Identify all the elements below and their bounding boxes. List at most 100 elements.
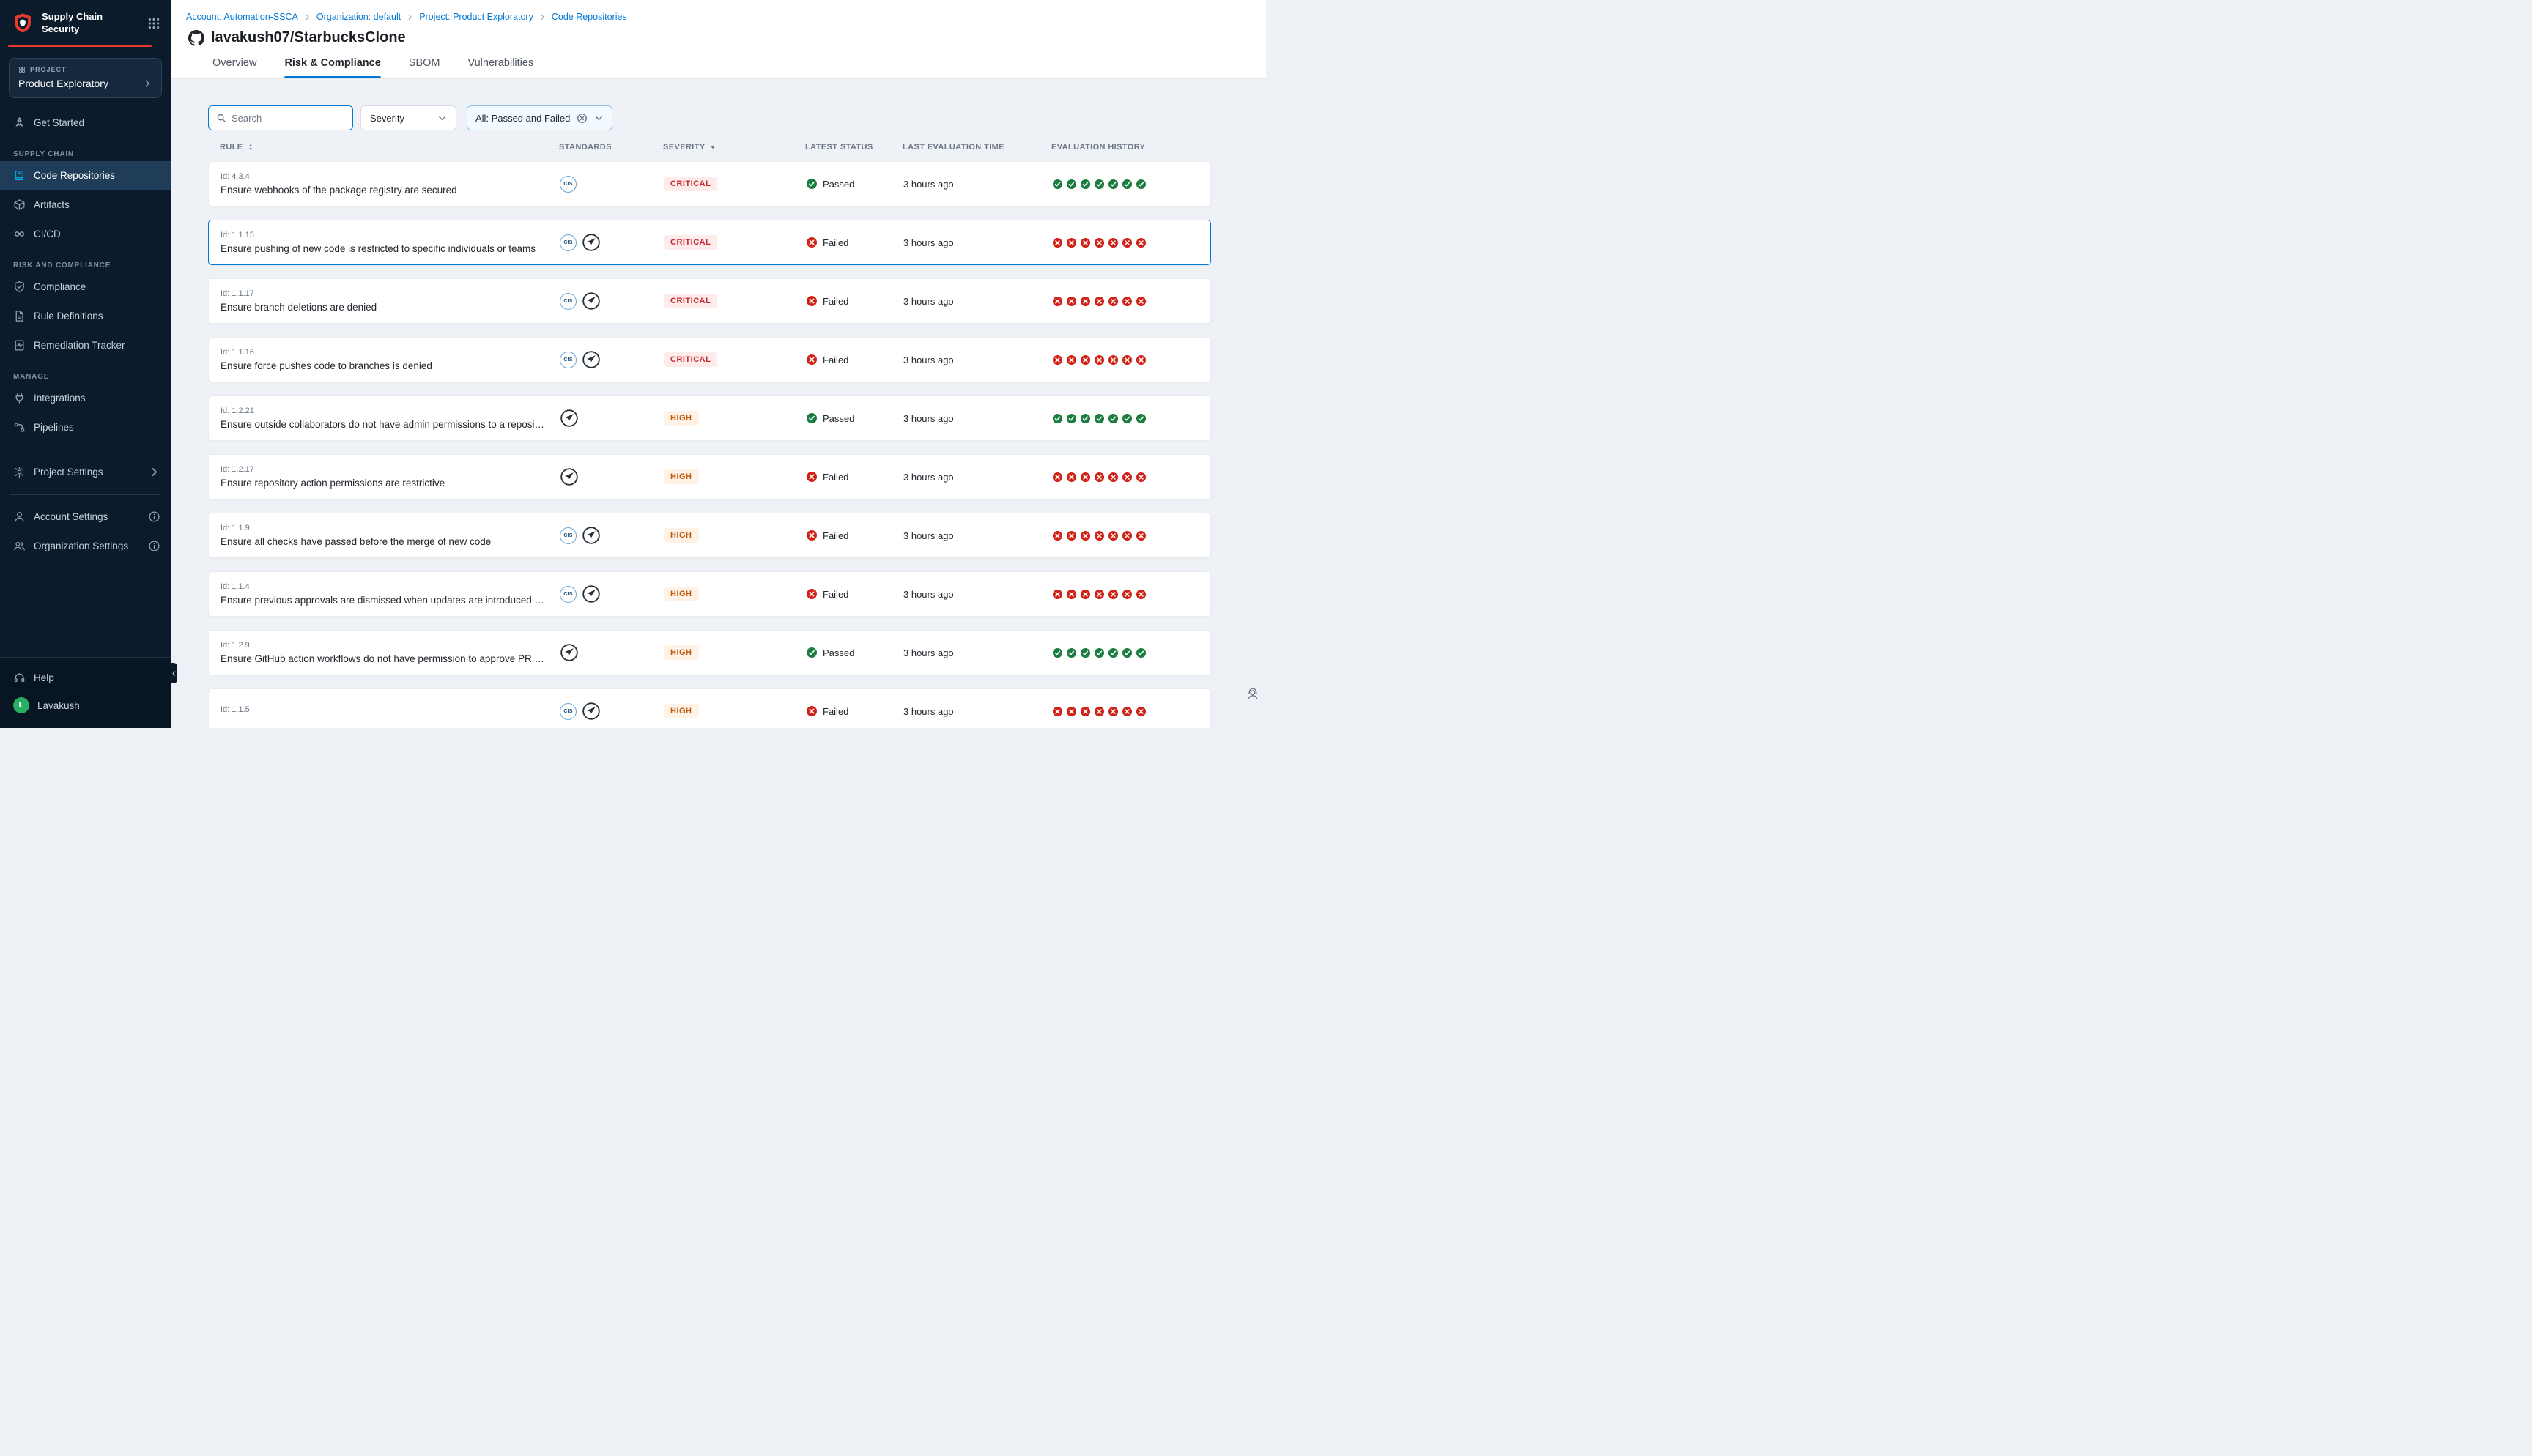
x-circle-icon xyxy=(806,471,818,483)
breadcrumb-link-account-automation-ssca[interactable]: Account: Automation-SSCA xyxy=(186,12,298,22)
project-selector[interactable]: PROJECT Product Exploratory xyxy=(9,58,162,98)
paper-plane-standard-icon xyxy=(582,584,601,603)
user-menu[interactable]: L Lavakush xyxy=(0,691,171,719)
table-row[interactable]: Id: 4.3.4Ensure webhooks of the package … xyxy=(208,161,1211,207)
x-circle-icon xyxy=(1052,706,1063,717)
tab-vulnerabilities[interactable]: Vulnerabilities xyxy=(467,57,533,78)
x-circle-icon xyxy=(1108,706,1119,717)
status-label: Failed xyxy=(823,354,848,365)
tab-risk-compliance[interactable]: Risk & Compliance xyxy=(284,57,380,78)
evaluation-history xyxy=(1052,589,1199,600)
x-circle-icon xyxy=(1080,706,1091,717)
severity-filter-label: Severity xyxy=(370,113,404,124)
sidebar-item-account-settings[interactable]: Account Settings xyxy=(0,502,171,532)
column-header-rule[interactable]: RULE xyxy=(220,143,559,152)
sort-icon xyxy=(246,143,255,152)
x-circle-icon xyxy=(1108,296,1119,307)
sidebar-item-remediation-tracker[interactable]: Remediation Tracker xyxy=(0,331,171,360)
support-chat-icon[interactable] xyxy=(1245,686,1261,702)
rule-id: Id: 1.2.9 xyxy=(221,641,560,650)
clipboard-pulse-icon xyxy=(13,339,26,352)
sidebar-bottom: Help L Lavakush xyxy=(0,657,171,728)
cis-standard-icon: CIS xyxy=(560,293,577,310)
clear-filter-icon[interactable] xyxy=(577,113,588,124)
status-filter-dropdown[interactable]: All: Passed and Failed xyxy=(467,105,612,130)
rule-id: Id: 1.2.17 xyxy=(221,465,560,474)
column-header-severity[interactable]: SEVERITY xyxy=(663,143,805,152)
sidebar-item-get-started[interactable]: Get Started xyxy=(0,108,171,138)
sidebar-item-label: Account Settings xyxy=(34,511,140,522)
breadcrumb-link-code-repositories[interactable]: Code Repositories xyxy=(552,12,627,22)
sidebar-item-artifacts[interactable]: Artifacts xyxy=(0,190,171,220)
x-circle-icon xyxy=(1122,472,1133,483)
avatar: L xyxy=(13,697,29,713)
evaluation-time: 3 hours ago xyxy=(903,647,1052,658)
severity-cell: HIGH xyxy=(664,469,806,484)
title-row: lavakush07/StarbucksClone xyxy=(188,29,1266,46)
x-circle-icon xyxy=(1052,472,1063,483)
sidebar-item-label: Project Settings xyxy=(34,467,140,478)
sidebar-item-label: Rule Definitions xyxy=(34,311,160,322)
table-row[interactable]: Id: 1.1.4Ensure previous approvals are d… xyxy=(208,571,1211,617)
sidebar-item-organization-settings[interactable]: Organization Settings xyxy=(0,532,171,561)
table-row[interactable]: Id: 1.2.21Ensure outside collaborators d… xyxy=(208,395,1211,441)
module-grid-icon[interactable] xyxy=(147,17,160,30)
help-button[interactable]: Help xyxy=(0,664,171,691)
people-icon xyxy=(13,540,26,552)
sidebar-item-integrations[interactable]: Integrations xyxy=(0,384,171,413)
search-box xyxy=(208,105,353,130)
x-circle-icon xyxy=(1066,706,1077,717)
table-row[interactable]: Id: 1.1.17Ensure branch deletions are de… xyxy=(208,278,1211,324)
sidebar-item-project-settings[interactable]: Project Settings xyxy=(0,458,171,487)
cis-standard-icon: CIS xyxy=(560,352,577,368)
standards-cell: CIS xyxy=(560,702,664,721)
app-logo-shield-icon xyxy=(11,12,34,35)
severity-cell: CRITICAL xyxy=(664,177,806,191)
sidebar: Supply Chain Security PROJECT Product Ex… xyxy=(0,0,171,728)
sidebar-item-compliance[interactable]: Compliance xyxy=(0,272,171,302)
standards-cell: CIS xyxy=(560,176,664,193)
table-row[interactable]: Id: 1.1.15Ensure pushing of new code is … xyxy=(208,220,1211,265)
standards-cell: CIS xyxy=(560,584,664,603)
breadcrumb-link-organization-default[interactable]: Organization: default xyxy=(316,12,401,22)
sidebar-collapse-handle[interactable] xyxy=(170,663,177,683)
rule-name: Ensure repository action permissions are… xyxy=(221,478,560,489)
status-label: Failed xyxy=(823,530,848,541)
sidebar-item-code-repositories[interactable]: Code Repositories xyxy=(0,161,171,190)
page-title: lavakush07/StarbucksClone xyxy=(211,29,406,46)
evaluation-time: 3 hours ago xyxy=(903,706,1052,717)
x-circle-icon xyxy=(1052,296,1063,307)
app-root: Supply Chain Security PROJECT Product Ex… xyxy=(0,0,1266,728)
sidebar-item-label: Artifacts xyxy=(34,199,160,210)
status-cell: Failed xyxy=(806,705,903,717)
tab-overview[interactable]: Overview xyxy=(212,57,256,78)
rule-cell: Id: 1.1.9Ensure all checks have passed b… xyxy=(221,524,560,547)
severity-badge: HIGH xyxy=(664,528,699,543)
table-row[interactable]: Id: 1.1.16Ensure force pushes code to br… xyxy=(208,337,1211,382)
rule-name: Ensure branch deletions are denied xyxy=(221,302,560,313)
rule-id: Id: 1.2.21 xyxy=(221,406,560,415)
table-row[interactable]: Id: 1.1.9Ensure all checks have passed b… xyxy=(208,513,1211,558)
table-row[interactable]: Id: 1.1.5CISHIGHFailed3 hours ago xyxy=(208,688,1211,728)
standards-cell: CIS xyxy=(560,233,664,252)
sidebar-item-rule-definitions[interactable]: Rule Definitions xyxy=(0,302,171,331)
x-circle-icon xyxy=(1122,589,1133,600)
standards-cell xyxy=(560,409,664,428)
severity-badge: CRITICAL xyxy=(664,294,717,308)
x-circle-icon xyxy=(1094,237,1105,248)
tab-sbom[interactable]: SBOM xyxy=(409,57,440,78)
rule-id: Id: 1.1.15 xyxy=(221,231,560,239)
search-input[interactable] xyxy=(232,113,345,124)
severity-filter-dropdown[interactable]: Severity xyxy=(360,105,456,130)
x-circle-icon xyxy=(1136,530,1147,541)
sidebar-item-ci-cd[interactable]: CI/CD xyxy=(0,220,171,249)
severity-cell: HIGH xyxy=(664,645,806,660)
x-circle-icon xyxy=(1066,354,1077,365)
table-row[interactable]: Id: 1.2.17 Ensure repository action permi… xyxy=(208,454,1211,499)
breadcrumb-link-project-product-exploratory[interactable]: Project: Product Exploratory xyxy=(419,12,533,22)
status-cell: Failed xyxy=(806,354,903,365)
severity-badge: HIGH xyxy=(664,704,699,718)
paper-plane-standard-icon xyxy=(582,233,601,252)
sidebar-item-pipelines[interactable]: Pipelines xyxy=(0,413,171,442)
table-row[interactable]: Id: 1.2.9Ensure GitHub action workflows … xyxy=(208,630,1211,675)
